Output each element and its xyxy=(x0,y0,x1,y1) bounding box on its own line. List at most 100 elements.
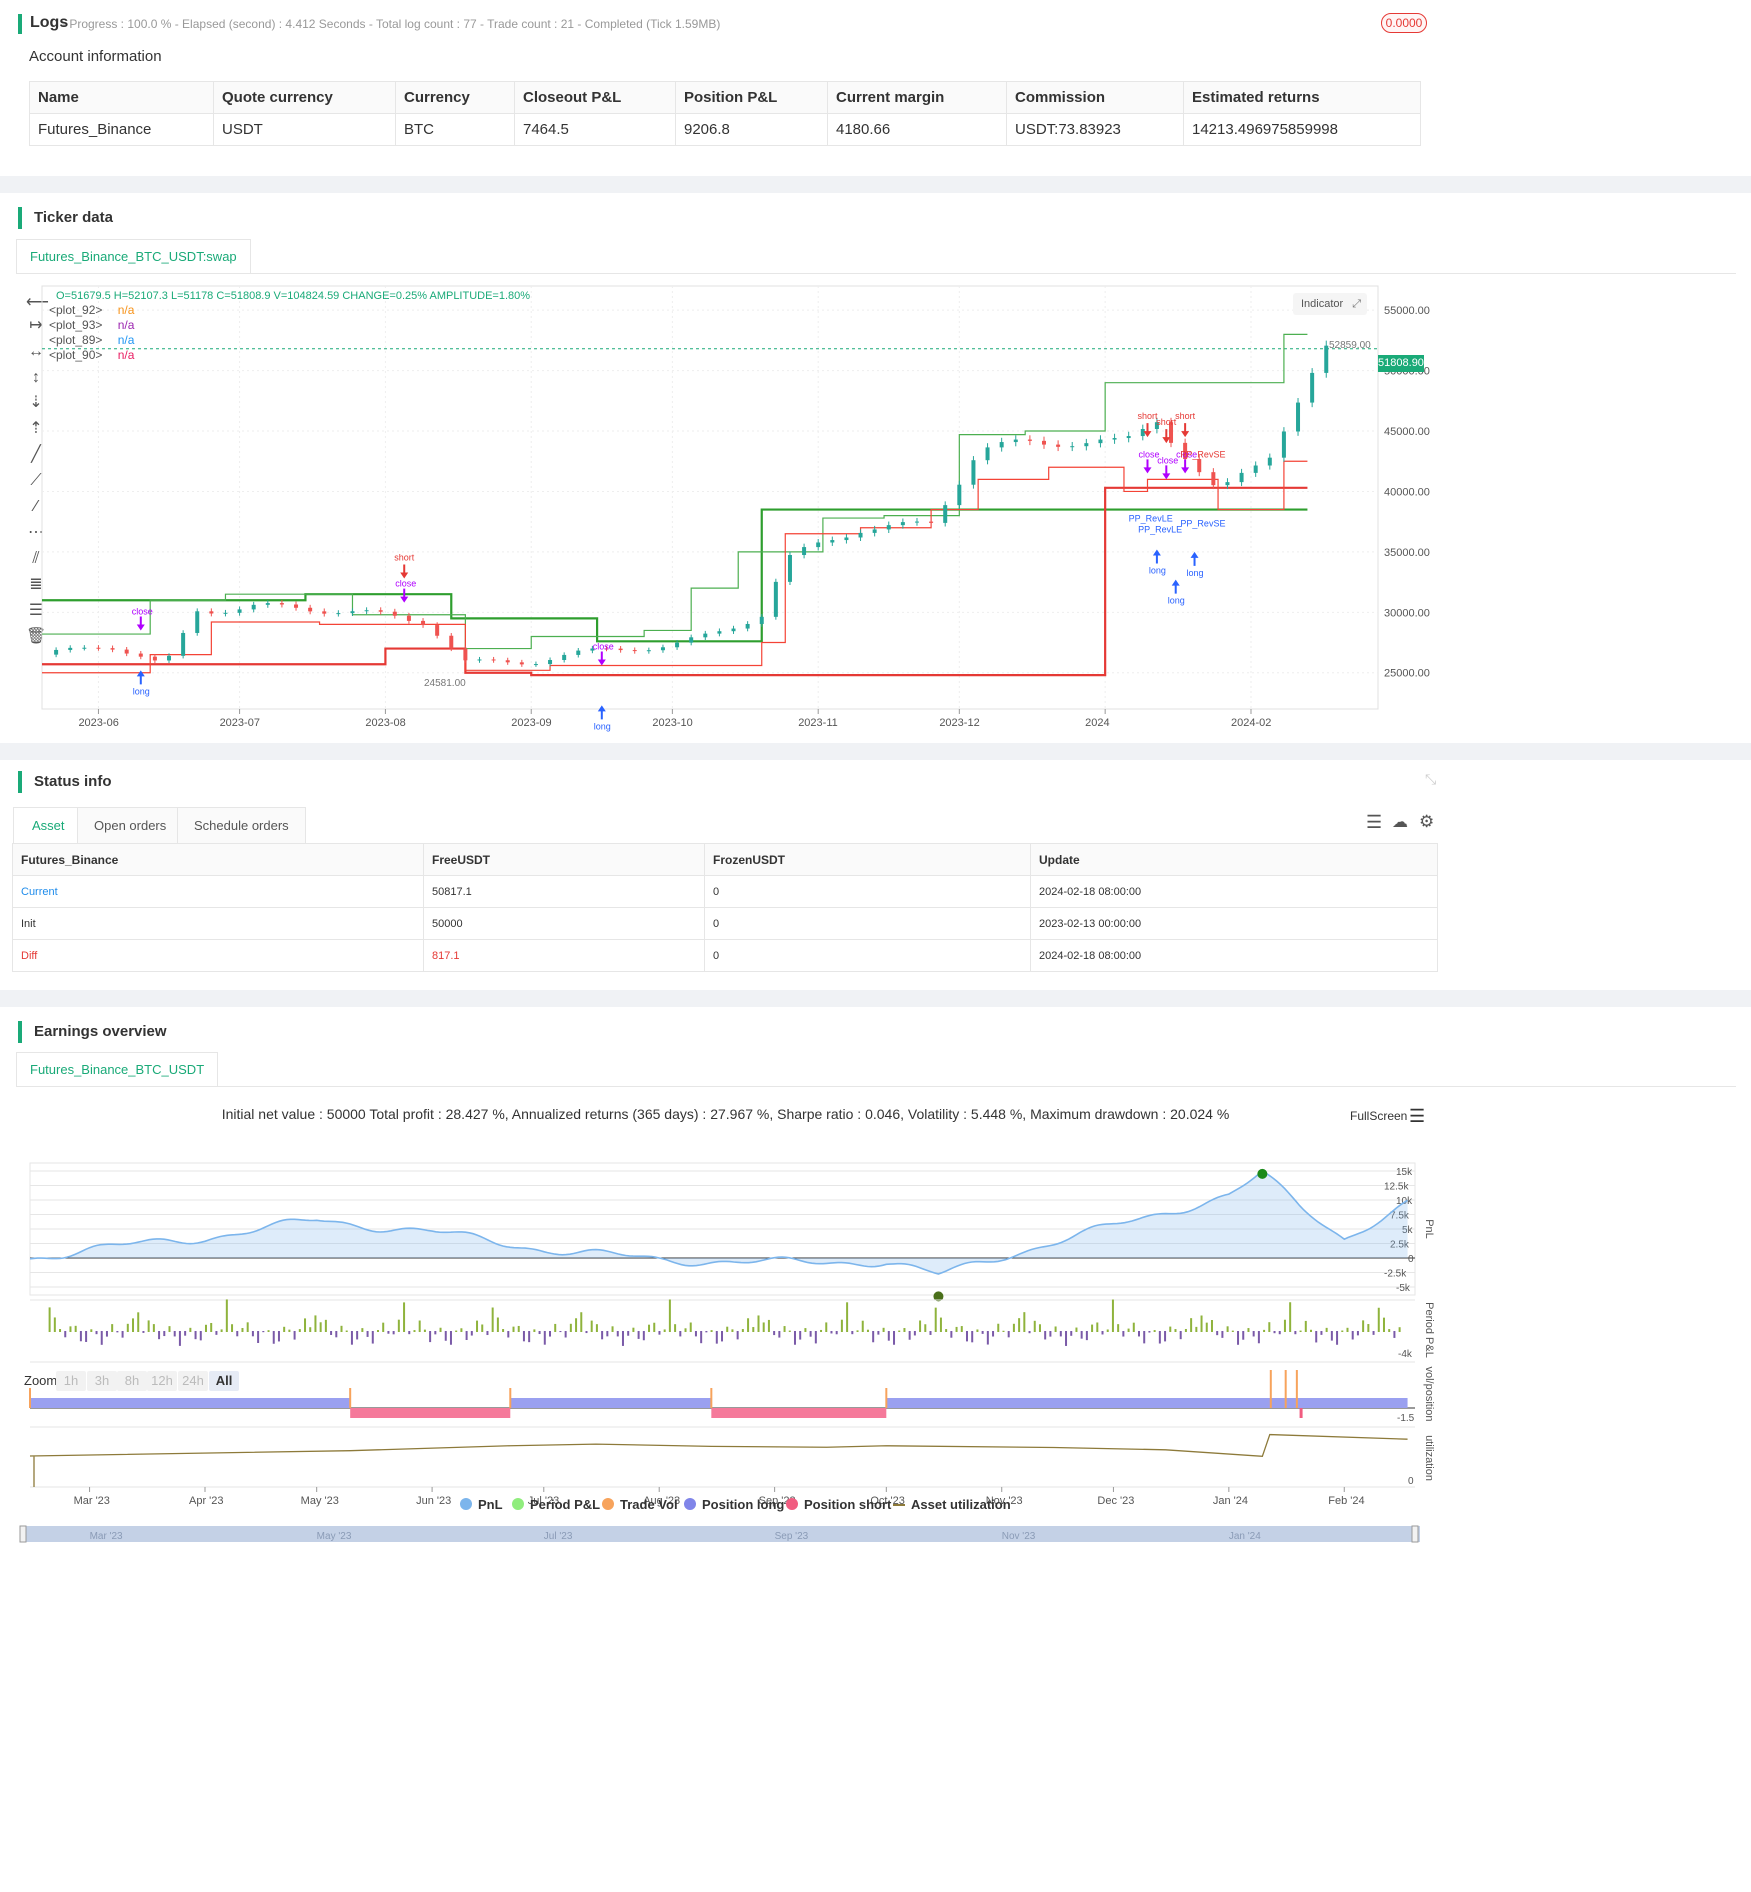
tab-open-orders[interactable]: Open orders xyxy=(77,807,184,843)
period-pnl-bar xyxy=(283,1326,286,1332)
period-pnl-bar xyxy=(304,1318,307,1332)
earnings-legend-item[interactable]: Trade Vol xyxy=(602,1497,678,1512)
earnings-chart[interactable]: 15k12.5k10k7.5k5k2.5k0-2.5k-5k -4k -1.5 … xyxy=(0,1150,1451,1892)
ticker-panel: Ticker data Futures_Binance_BTC_USDT:swa… xyxy=(0,193,1751,743)
period-pnl-bar xyxy=(262,1331,265,1333)
period-pnl-bar xyxy=(710,1330,713,1332)
candle-body xyxy=(223,612,228,614)
asset-free: 817.1 xyxy=(423,939,705,972)
candle-body xyxy=(110,648,115,650)
period-pnl-bar xyxy=(835,1331,838,1335)
period-pnl-bar xyxy=(799,1331,802,1340)
ticker-y-tick: 40000.00 xyxy=(1384,486,1430,498)
earnings-legend-item[interactable]: Period P&L xyxy=(512,1497,600,1512)
ticker-y-tick: 30000.00 xyxy=(1384,607,1430,619)
period-pnl-bar xyxy=(204,1324,207,1332)
trade-vol-bar xyxy=(1284,1370,1287,1408)
earnings-axis-title: utilization xyxy=(1423,1435,1435,1481)
period-pnl-bar xyxy=(887,1331,890,1341)
period-pnl-bar xyxy=(533,1329,536,1332)
legend-label: PnL xyxy=(478,1497,503,1512)
period-pnl-bar xyxy=(700,1331,703,1344)
period-pnl-bar xyxy=(929,1331,932,1335)
candle-body xyxy=(1056,444,1061,447)
period-pnl-bar xyxy=(939,1317,942,1332)
period-pnl-bar xyxy=(512,1326,515,1332)
period-pnl-bar xyxy=(632,1327,635,1332)
indicator-button[interactable]: Indicator ⤢ xyxy=(1293,293,1367,315)
earnings-axis-title: PnL xyxy=(1423,1219,1435,1239)
period-pnl-bar xyxy=(606,1331,609,1337)
period-pnl-bar xyxy=(293,1331,296,1340)
earnings-legend-item[interactable]: Asset utilization xyxy=(893,1497,1011,1512)
ticker-chart[interactable]: 55000.0050000.0045000.0040000.0035000.00… xyxy=(0,193,1751,743)
period-pnl-bar xyxy=(788,1330,791,1332)
period-pnl-bar xyxy=(856,1330,859,1332)
month-tick: Dec '23 xyxy=(1097,1495,1134,1507)
list-icon[interactable]: ☰ xyxy=(1366,812,1382,833)
period-pnl-bar xyxy=(429,1331,432,1343)
candle-body xyxy=(435,625,440,636)
position-short-bar xyxy=(350,1408,511,1418)
plot-name: <plot_90> xyxy=(49,348,103,362)
period-pnl-bar xyxy=(778,1331,781,1338)
short-marker-label: short xyxy=(1156,417,1177,427)
tab-earnings-symbol[interactable]: Futures_Binance_BTC_USDT xyxy=(16,1052,219,1086)
plot-value: n/a xyxy=(114,303,135,317)
period-pnl-bar xyxy=(251,1331,254,1337)
period-pnl-bar xyxy=(726,1326,729,1332)
tab-asset[interactable]: Asset xyxy=(13,807,84,843)
period-pnl-bar xyxy=(1190,1318,1193,1332)
month-tick: Feb '24 xyxy=(1328,1495,1364,1507)
trade-vol-bar xyxy=(1269,1370,1272,1408)
period-pnl-bar xyxy=(215,1331,218,1335)
settings-gear-icon[interactable]: ⚙ xyxy=(1419,812,1434,832)
period-pnl-bar xyxy=(945,1329,948,1332)
earnings-summary: Initial net value : 50000 Total profit :… xyxy=(221,1106,1230,1122)
period-pnl-bar xyxy=(642,1331,645,1341)
cloud-download-icon[interactable]: ☁ xyxy=(1392,812,1408,832)
period-pnl-bar xyxy=(1351,1331,1354,1340)
period-pnl-bar xyxy=(376,1330,379,1332)
asset-frozen: 0 xyxy=(704,939,1031,972)
period-pnl-bar xyxy=(840,1319,843,1332)
account-col-returns: Estimated returns xyxy=(1183,81,1421,114)
period-pnl-bar xyxy=(168,1326,171,1332)
fullscreen-button[interactable]: FullScreen xyxy=(1350,1109,1407,1123)
period-pnl-bar xyxy=(1237,1331,1240,1345)
close-arrow-icon xyxy=(597,651,606,666)
period-pnl-bar xyxy=(48,1307,51,1332)
candle-body xyxy=(618,648,623,651)
max-pnl-marker xyxy=(1257,1168,1268,1179)
period-pnl-bar xyxy=(830,1331,833,1334)
period-pnl-bar xyxy=(919,1320,922,1332)
asset-header-row: Futures_Binance FreeUSDT FrozenUSDT Upda… xyxy=(12,843,1438,876)
period-pnl-bar xyxy=(455,1330,458,1332)
logs-summary: - Progress : 100.0 % - Elapsed (second) … xyxy=(62,17,721,31)
asset-row-label: Init xyxy=(12,907,424,940)
legend-label: Position short xyxy=(804,1497,892,1512)
candle-body xyxy=(533,664,538,666)
period-pnl-bar xyxy=(1356,1331,1359,1336)
candle-body xyxy=(646,650,651,652)
period-pnl-bar xyxy=(627,1331,630,1336)
ticker-x-tick: 2024 xyxy=(1085,717,1109,729)
period-pnl-bar xyxy=(1325,1327,1328,1332)
earnings-legend-item[interactable]: PnL xyxy=(460,1497,503,1512)
candle-body xyxy=(548,659,553,665)
candle-body xyxy=(929,521,934,523)
tab-schedule-orders[interactable]: Schedule orders xyxy=(177,807,306,843)
earnings-legend-item[interactable]: Position short xyxy=(786,1497,891,1512)
account-cell: Futures_Binance xyxy=(29,113,214,146)
period-pnl-bar xyxy=(392,1331,395,1335)
menu-icon[interactable]: ☰ xyxy=(1409,1106,1425,1127)
earnings-legend-item[interactable]: Position long xyxy=(684,1497,784,1512)
period-pnl-bar xyxy=(137,1312,140,1332)
account-col-currency: Currency xyxy=(395,81,515,114)
period-pnl-bar xyxy=(872,1331,875,1343)
period-pnl-bar xyxy=(1273,1331,1276,1334)
period-pnl-bar xyxy=(111,1324,114,1332)
period-pnl-bar xyxy=(491,1307,494,1332)
collapse-icon[interactable]: ⤡ xyxy=(1425,771,1436,788)
period-pnl-bar xyxy=(960,1326,963,1332)
